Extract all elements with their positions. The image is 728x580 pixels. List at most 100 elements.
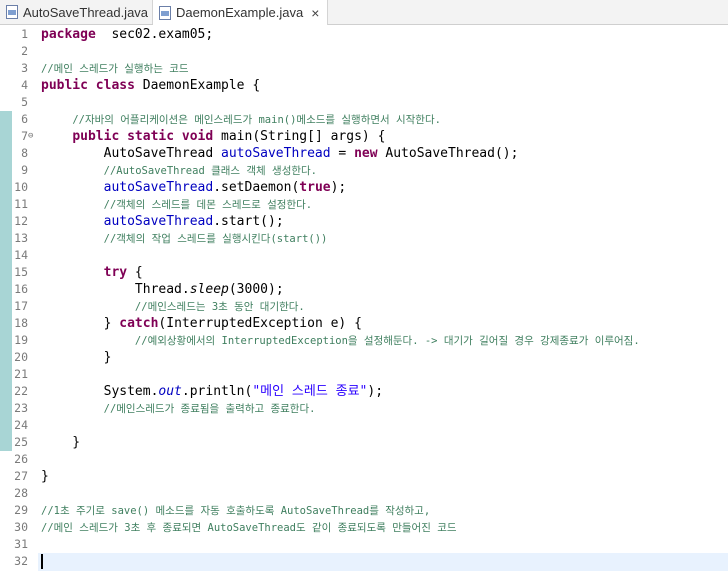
code-token: package [41, 27, 96, 42]
tab-autosavethread[interactable]: AutoSaveThread.java [0, 0, 153, 24]
line-number: 29 [14, 503, 28, 517]
code-token: } [41, 469, 49, 484]
code-line[interactable]: //객체의 작업 스레드를 실행시킨다(start()) [41, 230, 328, 247]
line-number: 10 [14, 180, 28, 194]
current-line-highlight [38, 553, 728, 571]
code-line[interactable]: //메인 스레드가 3초 후 종료되면 AutoSaveThread도 같이 종… [41, 519, 457, 536]
tab-label: AutoSaveThread.java [23, 4, 149, 20]
line-number: 15 [14, 265, 28, 279]
code-token: //자바의 어플리케이션은 메인스레드가 main()메소드를 실행하면서 시작… [72, 114, 441, 126]
java-file-icon [159, 5, 171, 20]
code-token: //메인 스레드가 실행하는 코드 [41, 63, 189, 75]
code-line[interactable]: } [41, 349, 112, 366]
code-line[interactable]: //메인스레드가 종료됨을 출력하고 종료한다. [41, 400, 316, 417]
line-number: 11 [14, 197, 28, 211]
code-token: autoSaveThread [221, 146, 331, 161]
code-token: (3000); [228, 282, 284, 297]
code-token: //예외상황에서의 InterruptedException을 설정해둔다. -… [134, 335, 640, 347]
code-token: AutoSaveThread(); [377, 146, 519, 161]
code-line[interactable]: //자바의 어플리케이션은 메인스레드가 main()메소드를 실행하면서 시작… [41, 111, 441, 128]
code-line[interactable]: } [41, 434, 80, 451]
code-token: } [41, 316, 120, 331]
code-token: public static void [72, 129, 214, 144]
code-line[interactable]: Thread.sleep(3000); [41, 281, 284, 298]
line-number: 1 [21, 27, 28, 41]
line-number: 12 [14, 214, 28, 228]
code-line[interactable]: //메인 스레드가 실행하는 코드 [41, 60, 189, 77]
close-icon[interactable]: × [311, 5, 319, 21]
fold-toggle-icon[interactable]: ⊖ [28, 128, 38, 145]
java-file-icon [6, 5, 18, 19]
code-line[interactable]: //객체의 스레드를 데몬 스레드로 설정한다. [41, 196, 312, 213]
code-token: "메인 스레드 종료" [252, 384, 368, 399]
code-editor[interactable]: 1 2 3 4 5 6 7 8 9 10 11 12 13 14 15 16 17 18 19 20 21 22 23 24 2… [0, 25, 728, 580]
code-line[interactable]: //AutoSaveThread 클래스 객체 생성한다. [41, 162, 317, 179]
code-line[interactable]: AutoSaveThread autoSaveThread = new Auto… [41, 145, 519, 162]
line-number: 9 [21, 163, 28, 177]
line-number: 6 [21, 112, 28, 126]
line-number: 18 [14, 316, 28, 330]
line-number: 7 [21, 129, 28, 143]
code-token: sec02.exam05; [95, 27, 214, 42]
line-number: 20 [14, 350, 28, 364]
code-line[interactable]: try { [41, 264, 143, 281]
text-caret [41, 554, 43, 569]
code-line[interactable]: //1초 주기로 save() 메소드를 자동 호출하도록 AutoSaveTh… [41, 502, 430, 519]
code-line[interactable]: System.out.println("메인 스레드 종료"); [41, 383, 383, 400]
code-token: true [299, 180, 331, 195]
line-number: 21 [14, 367, 28, 381]
code-token: //메인스레드는 3초 동안 대기한다. [134, 301, 305, 313]
line-number: 30 [14, 520, 28, 534]
code-token: } [41, 435, 81, 450]
code-token: AutoSaveThread [41, 146, 222, 161]
code-token: System. [41, 384, 159, 399]
line-number: 8 [21, 146, 28, 160]
line-number: 16 [14, 282, 28, 296]
line-number: 22 [14, 384, 28, 398]
code-line[interactable]: } [41, 468, 49, 485]
code-token: catch [119, 316, 159, 331]
code-line[interactable]: autoSaveThread.start(); [41, 213, 284, 230]
code-token: //AutoSaveThread 클래스 객체 생성한다. [103, 165, 317, 177]
line-number: 19 [14, 333, 28, 347]
line-number: 24 [14, 418, 28, 432]
code-token: (InterruptedException e) { [158, 316, 362, 331]
line-number: 14 [14, 248, 28, 262]
code-token: ); [330, 180, 347, 195]
code-line[interactable]: } catch(InterruptedException e) { [41, 315, 362, 332]
code-token: public class [41, 78, 135, 93]
code-token: //1초 주기로 save() 메소드를 자동 호출하도록 AutoSaveTh… [41, 505, 431, 517]
code-line[interactable]: public class DaemonExample { [41, 77, 260, 94]
code-token: sleep [189, 282, 229, 297]
line-number: 17 [14, 299, 28, 313]
editor-tab-bar: AutoSaveThread.java DaemonExample.java × [0, 0, 728, 25]
line-number: 31 [14, 537, 28, 551]
code-line[interactable]: public static void main(String[] args) { [41, 128, 385, 145]
line-number: 25 [14, 435, 28, 449]
code-token: autoSaveThread [103, 180, 214, 195]
code-token: { [127, 265, 143, 280]
code-token: //객체의 작업 스레드를 실행시킨다(start()) [103, 233, 328, 245]
code-token: main(String[] args) { [213, 129, 386, 144]
tab-daemonexample[interactable]: DaemonExample.java × [153, 0, 328, 25]
code-line[interactable]: //메인스레드는 3초 동안 대기한다. [41, 298, 305, 315]
code-token: Thread. [41, 282, 190, 297]
line-number: 28 [14, 486, 28, 500]
line-number: 5 [21, 95, 28, 109]
tab-label: DaemonExample.java [176, 5, 304, 20]
line-number: 2 [21, 44, 28, 58]
code-token: try [103, 265, 128, 280]
code-line[interactable]: autoSaveThread.setDaemon(true); [41, 179, 347, 196]
code-token: //객체의 스레드를 데몬 스레드로 설정한다. [103, 199, 313, 211]
code-line[interactable]: //예외상황에서의 InterruptedException을 설정해둔다. -… [41, 332, 640, 349]
code-token: //메인스레드가 종료됨을 출력하고 종료한다. [103, 403, 316, 415]
line-number: 27 [14, 469, 28, 483]
code-line[interactable]: package sec02.exam05; [41, 26, 213, 43]
